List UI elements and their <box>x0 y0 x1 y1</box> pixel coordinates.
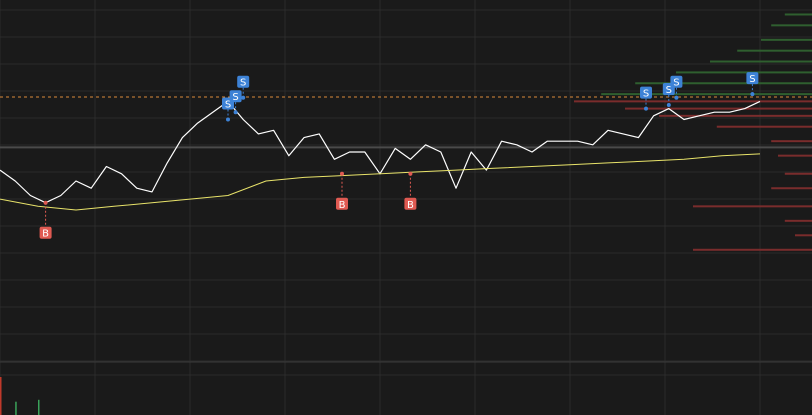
marker-point <box>226 117 230 122</box>
depth-bar-bid <box>710 60 812 63</box>
marker-point <box>340 171 344 176</box>
marker-point <box>408 171 413 176</box>
depth-bar-bid <box>771 24 812 27</box>
marker-point <box>233 110 238 115</box>
depth-bar-ask <box>716 125 812 128</box>
depth-bar-ask <box>693 248 812 251</box>
depth-bar-ask <box>625 107 812 110</box>
depth-bar-ask <box>795 234 812 237</box>
depth-bar-ask <box>574 100 812 103</box>
marker-label: B <box>42 229 49 240</box>
depth-bar-bid <box>761 38 812 41</box>
depth-bar-ask <box>659 114 812 117</box>
price-chart[interactable]: BB BSSSS SS S <box>0 0 812 415</box>
marker-label: S <box>232 92 238 103</box>
depth-bar-ask <box>771 187 812 190</box>
depth-bar-bid <box>676 71 812 74</box>
marker-label: B <box>339 200 346 211</box>
volume-bar <box>0 377 2 415</box>
marker-point <box>674 95 679 100</box>
marker-label: B <box>407 200 414 211</box>
marker-point <box>666 102 671 107</box>
marker-label: S <box>673 78 679 89</box>
depth-bar-ask <box>693 205 812 208</box>
chart-panel[interactable]: BBBSSSSSSS <box>0 0 812 415</box>
depth-bar-ask <box>771 140 812 143</box>
depth-bar-bid <box>737 49 812 52</box>
marker-point <box>43 200 48 205</box>
marker-point <box>750 92 755 97</box>
volume-bar <box>15 401 17 415</box>
depth-bar-ask <box>778 154 812 157</box>
depth-bar-bid <box>635 82 812 85</box>
marker-point <box>644 106 648 111</box>
marker-label: S <box>240 78 246 89</box>
depth-bar-bid <box>784 13 812 16</box>
depth-bar-bid <box>601 93 812 96</box>
marker-label: S <box>643 89 649 100</box>
depth-bar-ask <box>784 172 812 175</box>
volume-bar <box>38 399 40 415</box>
marker-label: S <box>749 74 755 85</box>
marker-point <box>241 95 246 100</box>
depth-bar-ask <box>784 219 812 222</box>
